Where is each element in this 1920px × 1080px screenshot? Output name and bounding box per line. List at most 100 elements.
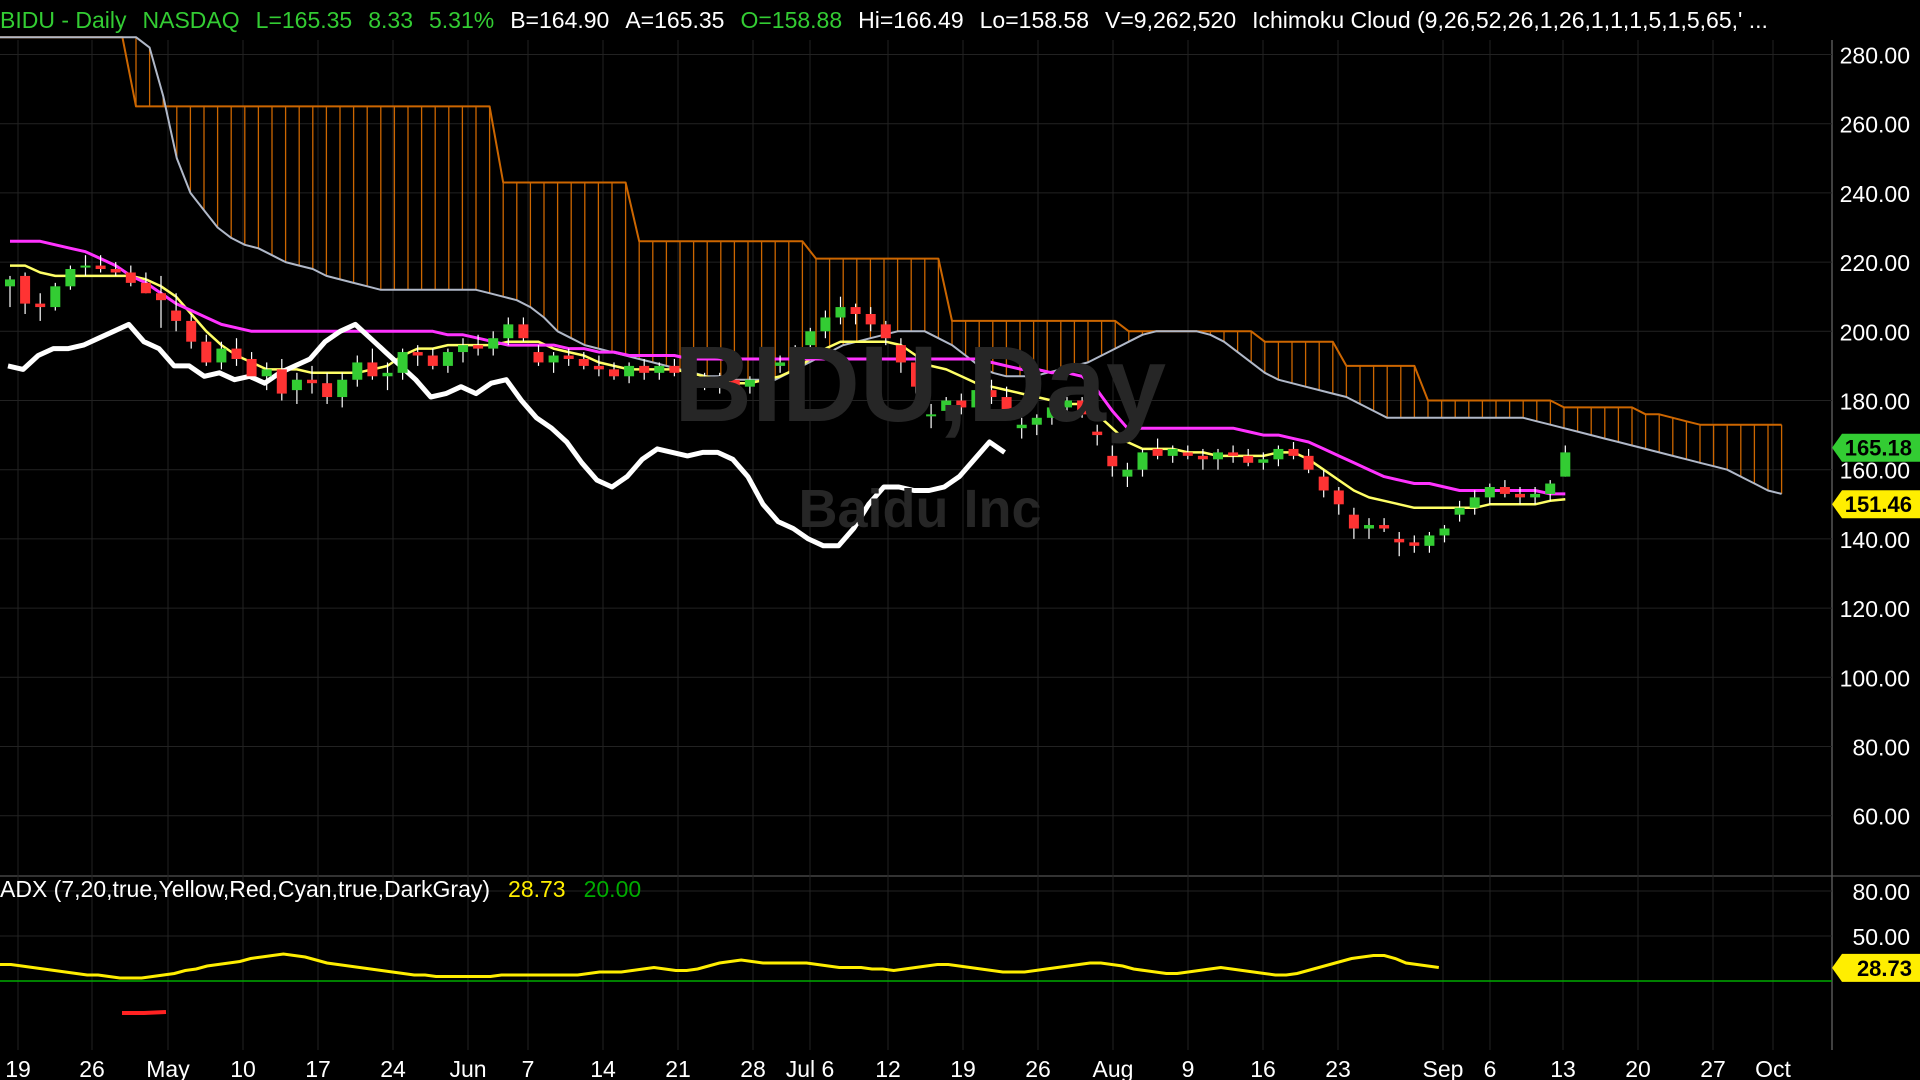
time-tick-label: 12: [875, 1056, 901, 1080]
candle-body: [473, 345, 484, 349]
adx-line: [0, 952, 1440, 980]
candle-body: [382, 372, 393, 377]
price-tick-label: 180.00: [1840, 389, 1910, 415]
candle-body: [1107, 455, 1118, 467]
candle-body: [352, 362, 363, 380]
price-tick-label: 120.00: [1840, 596, 1910, 622]
time-tick-label: 27: [1700, 1056, 1726, 1080]
candle-body: [609, 369, 619, 377]
candle-body: [322, 383, 333, 398]
candle-body: [593, 365, 604, 370]
candle-body: [1469, 497, 1480, 508]
time-tick-label: 26: [79, 1056, 105, 1080]
candle-body: [95, 265, 106, 270]
time-tick-label: 26: [1025, 1056, 1051, 1080]
candle-body: [140, 282, 151, 294]
adx-tick-label: 50.00: [1852, 924, 1910, 950]
candle-body: [1152, 448, 1163, 456]
chart-header: BIDU - Daily NASDAQ L=165.35 8.33 5.31% …: [0, 2, 1784, 38]
candle-body: [1258, 459, 1269, 463]
adx-header: ADX (7,20,true,Yellow,Red,Cyan,true,Dark…: [0, 876, 659, 903]
time-tick-label: 7: [522, 1056, 535, 1080]
candle-body: [35, 303, 46, 308]
low: Lo=158.58: [979, 6, 1090, 33]
candle-body: [1560, 452, 1571, 477]
time-tick-label: 14: [590, 1056, 616, 1080]
time-tick-label: 17: [305, 1056, 331, 1080]
time-tick-label: 24: [380, 1056, 406, 1080]
candle-body: [231, 348, 242, 359]
candle-body: [1243, 455, 1254, 463]
candle-body: [65, 269, 76, 287]
candle-body: [216, 348, 227, 363]
candle-body: [397, 352, 408, 373]
candle-body: [1288, 448, 1299, 456]
time-tick-label: 16: [1250, 1056, 1276, 1080]
candle-body: [503, 324, 514, 339]
time-tick-label: 13: [1550, 1056, 1576, 1080]
candle-body: [1394, 538, 1405, 543]
candle-body: [488, 338, 499, 349]
candle-body: [1424, 535, 1435, 546]
candle-body: [563, 355, 574, 359]
candle-body: [201, 341, 212, 363]
time-tick-label: 6: [1484, 1056, 1497, 1080]
time-tick-label: Oct: [1755, 1056, 1791, 1080]
candle-body: [1439, 528, 1450, 536]
price-tick-label: 260.00: [1840, 112, 1910, 138]
candle-body: [276, 369, 287, 394]
candle-body: [307, 379, 317, 384]
candle-body: [291, 379, 302, 391]
candle-body: [1484, 487, 1495, 498]
candle-body: [427, 355, 438, 366]
time-tick-label: 9: [1182, 1056, 1195, 1080]
candle-body: [1197, 455, 1208, 460]
candle-body: [337, 379, 348, 398]
candle-body: [1122, 469, 1133, 477]
time-tick-label: 20: [1625, 1056, 1651, 1080]
change-pct: 5.31%: [429, 6, 495, 33]
candle-body: [458, 345, 468, 353]
time-tick-label: Jul 6: [786, 1056, 835, 1080]
price-tick-label: 80.00: [1852, 735, 1910, 761]
symbol-watermark: BIDU,Day: [673, 323, 1167, 444]
time-tick-label: 28: [740, 1056, 766, 1080]
change: 8.33: [368, 6, 413, 33]
candle-body: [261, 369, 272, 377]
candle-body: [533, 352, 544, 363]
time-tick-label: 19: [950, 1056, 976, 1080]
price-tick-label: 220.00: [1840, 250, 1910, 276]
last-price-tag: 165.18: [1845, 436, 1912, 461]
candle-body: [1228, 452, 1239, 456]
adx-below-threshold-segment: [122, 1010, 167, 1015]
candle-body: [171, 310, 182, 321]
time-tick-label: 23: [1325, 1056, 1351, 1080]
candle-body: [850, 307, 861, 314]
ask: A=165.35: [625, 6, 725, 33]
candle-body: [125, 272, 136, 283]
candle-body: [1454, 507, 1465, 515]
candle-body: [110, 269, 121, 273]
volume: V=9,262,520: [1105, 6, 1237, 33]
time-tick-label: Sep: [1423, 1056, 1464, 1080]
last-price: L=165.35: [255, 6, 353, 33]
price-tick-label: 200.00: [1840, 319, 1910, 345]
time-tick-label: Jun: [449, 1056, 486, 1080]
price-chart[interactable]: 280.00260.00240.00220.00200.00180.00160.…: [0, 0, 1920, 1080]
price-tick-label: 60.00: [1852, 804, 1910, 830]
price-tick-label: 140.00: [1840, 527, 1910, 553]
candle-body: [1499, 487, 1510, 494]
candle-body: [1545, 483, 1556, 494]
adx-value: 28.73: [508, 876, 566, 902]
candle-body: [1333, 490, 1344, 505]
adx-threshold: 20.00: [583, 876, 642, 902]
candle-body: [156, 293, 166, 301]
candle-body: [1530, 493, 1541, 498]
candle-body: [624, 365, 635, 377]
candle-body: [578, 358, 589, 366]
ma-price-tag: 151.46: [1845, 492, 1912, 517]
company-watermark: Baidu Inc: [798, 479, 1042, 539]
candle-body: [1409, 542, 1420, 546]
candle-body: [1273, 448, 1284, 460]
candle-body: [20, 275, 31, 304]
